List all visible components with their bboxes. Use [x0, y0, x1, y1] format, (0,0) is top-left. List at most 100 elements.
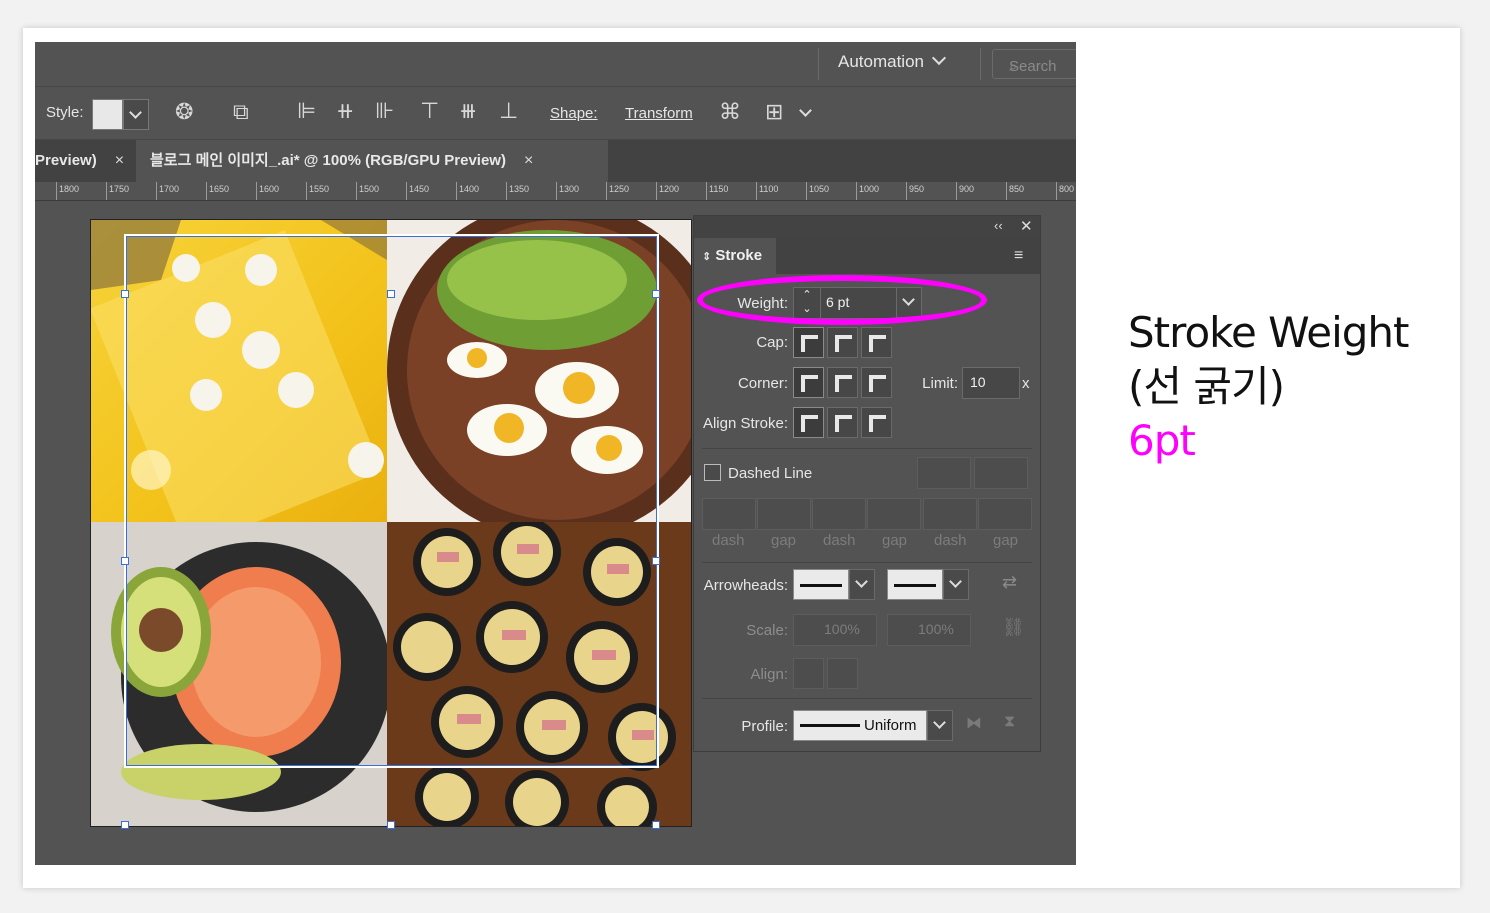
panel-tabs: ⇕ Stroke ≡	[694, 238, 1040, 274]
align-top-icon[interactable]: ⊤	[420, 100, 439, 122]
gap-field[interactable]	[978, 498, 1032, 530]
arrowheads-label: Arrowheads:	[703, 577, 788, 594]
end-arrowhead-dropdown[interactable]	[943, 569, 969, 600]
graphic-style-swatch[interactable]	[92, 99, 123, 130]
bevel-join-button[interactable]	[861, 367, 892, 398]
ruler-tick: 1650	[206, 182, 229, 200]
workspace-switcher[interactable]: Automation	[838, 50, 947, 72]
resize-handle[interactable]	[652, 290, 660, 298]
link-scale-icon[interactable]: ⛓	[1002, 617, 1025, 638]
ruler-tick: 900	[956, 182, 974, 200]
transform-each-icon[interactable]: ⌘	[719, 101, 741, 123]
chevron-down-icon[interactable]	[799, 104, 812, 117]
annotation-value: 6pt	[1128, 416, 1196, 465]
end-arrowhead-select[interactable]	[887, 569, 943, 600]
round-join-button[interactable]	[827, 367, 858, 398]
transform-button[interactable]: Transform	[625, 105, 693, 122]
align-inside-stroke-button[interactable]	[827, 407, 858, 438]
align-outside-stroke-button[interactable]	[861, 407, 892, 438]
document-tabs: Preview) × 블로그 메인 이미지_.ai* @ 100% (RGB/GP…	[35, 140, 1076, 182]
divider	[702, 562, 1032, 563]
tab-label: 블로그 메인 이미지_.ai* @ 100% (RGB/GPU Preview)	[150, 152, 506, 169]
profile-select[interactable]: Uniform	[793, 710, 927, 741]
dash-field[interactable]	[812, 498, 866, 530]
ruler-tick: 1200	[656, 182, 679, 200]
annotation-subtitle: (선 굵기)	[1128, 362, 1285, 411]
miter-join-button[interactable]	[793, 367, 824, 398]
gap-field[interactable]	[757, 498, 811, 530]
flip-horizontal-icon[interactable]: ⧓	[966, 713, 982, 733]
recolor-icon[interactable]: ❂	[175, 101, 193, 123]
horizontal-ruler[interactable]: 1800 1750 1700 1650 1600 1550 1500 1450 …	[35, 182, 1076, 201]
ruler-tick: 1450	[406, 182, 429, 200]
arrow-place-button[interactable]	[827, 658, 858, 689]
ruler-tick: 1750	[106, 182, 129, 200]
butt-cap-button[interactable]	[793, 327, 824, 358]
align-left-icon[interactable]: ⊫	[297, 100, 316, 122]
align-dash-button[interactable]	[974, 457, 1028, 489]
dash-label: dash	[823, 532, 856, 549]
resize-handle[interactable]	[121, 821, 129, 829]
start-arrowhead-dropdown[interactable]	[849, 569, 875, 600]
dash-field[interactable]	[923, 498, 977, 530]
divider	[702, 698, 1032, 699]
control-bar: Style: ❂ ⧉ ⊫ ⧺ ⊪ ⊤ ⧻ ⊥ Shape: Transform …	[35, 87, 1076, 140]
tab-stroke[interactable]: ⇕ Stroke	[694, 238, 776, 274]
start-scale-input[interactable]: 100%	[793, 614, 877, 646]
align-bottom-icon[interactable]: ⊥	[499, 100, 518, 122]
limit-label: Limit:	[922, 375, 958, 392]
align-right-icon[interactable]: ⊪	[375, 100, 394, 122]
ruler-tick: 1550	[306, 182, 329, 200]
chevron-down-icon	[931, 50, 947, 66]
ruler-tick: 800	[1056, 182, 1074, 200]
menu-icon[interactable]: ≡	[1014, 247, 1023, 265]
arrange-icon[interactable]: ⊞	[765, 101, 783, 123]
style-label: Style:	[46, 104, 84, 121]
search-input[interactable]: ⌕ Search	[992, 49, 1076, 79]
arrow-extend-button[interactable]	[793, 658, 824, 689]
profile-line	[800, 724, 860, 727]
resize-handle[interactable]	[121, 290, 129, 298]
ruler-tick: 1700	[156, 182, 179, 200]
ruler-tick: 1250	[606, 182, 629, 200]
align-center-stroke-button[interactable]	[793, 407, 824, 438]
dash-field[interactable]	[702, 498, 756, 530]
highlight-ellipse	[697, 275, 987, 325]
flip-vertical-icon[interactable]: ⧗	[1004, 713, 1015, 731]
projecting-cap-button[interactable]	[861, 327, 892, 358]
resize-handle[interactable]	[121, 557, 129, 565]
panel-header: ‹‹ ✕	[694, 216, 1040, 238]
round-cap-button[interactable]	[827, 327, 858, 358]
ruler-tick: 1400	[456, 182, 479, 200]
resize-handle[interactable]	[387, 290, 395, 298]
close-icon[interactable]: ×	[524, 152, 533, 169]
resize-handle[interactable]	[652, 821, 660, 829]
selection-bounding-box[interactable]	[124, 234, 659, 768]
gap-field[interactable]	[867, 498, 921, 530]
preserve-dash-button[interactable]	[917, 457, 971, 489]
stroke-tab-label: Stroke	[715, 247, 763, 264]
limit-input[interactable]: 10	[962, 367, 1020, 399]
align-middle-icon[interactable]: ⧻	[459, 100, 477, 122]
divider	[702, 448, 1032, 449]
tab-previous[interactable]: Preview) ×	[35, 140, 133, 182]
close-icon[interactable]: ×	[115, 152, 124, 169]
style-dropdown[interactable]	[123, 99, 149, 130]
ruler-tick: 1800	[56, 182, 79, 200]
dashed-line-checkbox[interactable]	[704, 464, 721, 481]
profile-dropdown[interactable]	[927, 710, 953, 741]
start-arrowhead-select[interactable]	[793, 569, 849, 600]
close-icon[interactable]: ✕	[1020, 217, 1033, 235]
end-scale-input[interactable]: 100%	[887, 614, 971, 646]
collapse-icon[interactable]: ‹‹	[994, 218, 1003, 233]
swap-arrowheads-icon[interactable]: ⇄	[1002, 572, 1017, 593]
resize-handle[interactable]	[387, 821, 395, 829]
align-center-icon[interactable]: ⧺	[336, 100, 354, 122]
tab-active[interactable]: 블로그 메인 이미지_.ai* @ 100% (RGB/GPU Preview)…	[136, 140, 608, 182]
gap-label: gap	[993, 532, 1019, 549]
align-stroke-label: Align Stroke:	[702, 415, 788, 432]
resize-handle[interactable]	[652, 557, 660, 565]
dash-label: dash	[712, 532, 745, 549]
isolate-icon[interactable]: ⧉	[233, 101, 249, 123]
shape-button[interactable]: Shape:	[550, 105, 598, 122]
